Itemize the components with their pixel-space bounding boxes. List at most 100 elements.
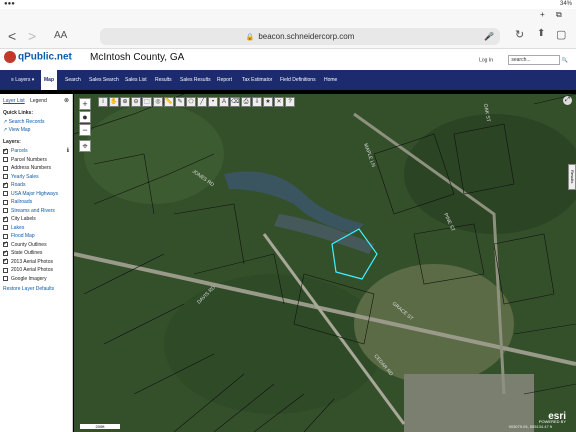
layer-item[interactable]: 2010 Aerial Photos — [3, 266, 53, 274]
pan-tool-icon[interactable]: ✋ — [109, 97, 119, 107]
layer-item[interactable]: Parcel Numbers — [3, 156, 47, 164]
layer-checkbox[interactable] — [3, 233, 8, 239]
layer-checkbox[interactable] — [3, 181, 8, 189]
layer-item[interactable]: Lakes — [3, 224, 24, 232]
header-search-input[interactable]: search... — [508, 55, 561, 65]
login-link[interactable]: Log In — [479, 57, 493, 63]
url-field[interactable]: 🔒 beacon.schneidercorp.com 🎤 — [100, 28, 500, 45]
collapse-sidebar-icon[interactable]: ⊗ — [64, 97, 69, 104]
layer-item[interactable]: Address Numbers — [3, 164, 51, 172]
layer-label[interactable]: Roads — [11, 182, 25, 188]
search-records-link[interactable]: ↗ Search Records — [3, 119, 44, 125]
zoom-out-tool-icon[interactable]: ⊖ — [131, 97, 141, 107]
layer-checkbox[interactable] — [3, 215, 8, 223]
nav-home[interactable]: Home — [321, 70, 340, 90]
identify-tool-icon[interactable]: i — [98, 97, 108, 107]
clear-tool-icon[interactable]: ✕ — [274, 97, 284, 107]
polygon-tool-icon[interactable]: ⬠ — [186, 97, 196, 107]
share-button[interactable]: ⬆ — [537, 28, 545, 39]
nav-sales-results[interactable]: Sales Results — [177, 70, 214, 90]
layer-item[interactable]: Streams and Rivers — [3, 207, 55, 215]
layer-label[interactable]: USA Major Highways — [11, 191, 58, 197]
restore-layer-defaults-link[interactable]: Restore Layer Defaults — [3, 286, 54, 292]
layers-menu[interactable]: ≡ Layers ▾ — [8, 70, 37, 90]
layer-checkbox[interactable] — [3, 257, 8, 265]
add-tab-button[interactable]: + — [540, 10, 545, 19]
export-tool-icon[interactable]: ⇩ — [252, 97, 262, 107]
tabs-overview-icon[interactable]: ▢ — [556, 28, 566, 41]
layer-checkbox[interactable] — [3, 225, 8, 230]
reload-icon[interactable]: ↻ — [515, 28, 524, 41]
layer-checkbox[interactable] — [3, 165, 8, 171]
text-tool-icon[interactable]: A — [219, 97, 229, 107]
select-tool-icon[interactable]: ⬚ — [142, 97, 152, 107]
draw-tool-icon[interactable]: ✎ — [175, 97, 185, 107]
nav-sales-search[interactable]: Sales Search — [86, 70, 122, 90]
bookmark-tool-icon[interactable]: ★ — [263, 97, 273, 107]
site-logo[interactable]: qPublic.net — [4, 51, 72, 63]
layer-label[interactable]: Railroads — [11, 199, 32, 205]
layer-checkbox[interactable] — [3, 249, 8, 257]
layer-checkbox[interactable] — [3, 240, 8, 248]
nav-sales-list[interactable]: Sales List — [122, 70, 150, 90]
line-tool-icon[interactable]: ╱ — [197, 97, 207, 107]
layer-item[interactable]: Google Imagery — [3, 275, 47, 283]
search-icon[interactable]: 🔍 — [562, 57, 568, 63]
nav-search[interactable]: Search — [62, 70, 84, 90]
zoom-in-tool-icon[interactable]: ⊕ — [120, 97, 130, 107]
erase-tool-icon[interactable]: ⌫ — [230, 97, 240, 107]
nav-results[interactable]: Results — [152, 70, 175, 90]
tabs-icon[interactable]: ⧉ — [556, 10, 562, 20]
home-extent-button[interactable]: ● — [79, 111, 91, 123]
locate-button[interactable]: ⌖ — [79, 140, 91, 152]
buffer-tool-icon[interactable]: ◎ — [153, 97, 163, 107]
layer-item[interactable]: USA Major Highways — [3, 190, 58, 198]
layer-checkbox[interactable] — [3, 157, 8, 162]
layer-item[interactable]: Yearly Sales — [3, 173, 39, 181]
layer-item[interactable]: Parcels — [3, 147, 28, 155]
layer-checkbox[interactable] — [3, 208, 8, 213]
fullscreen-icon[interactable]: ⤢ — [563, 96, 572, 105]
layer-item[interactable]: County Outlines — [3, 240, 47, 249]
layer-item[interactable]: Roads — [3, 181, 25, 189]
nav-report[interactable]: Report — [214, 70, 235, 90]
nav-tax-estimator[interactable]: Tax Estimator — [239, 70, 275, 90]
nav-field-definitions[interactable]: Field Definitions — [277, 70, 319, 90]
layer-checkbox[interactable] — [3, 276, 8, 281]
back-button[interactable]: < — [8, 28, 16, 44]
layer-checkbox[interactable] — [3, 174, 8, 179]
point-tool-icon[interactable]: • — [208, 97, 218, 107]
layer-label[interactable]: Lakes — [11, 225, 24, 231]
forward-button[interactable]: > — [28, 28, 36, 44]
print-tool-icon[interactable]: ⎙ — [241, 97, 251, 107]
layer-checkbox[interactable] — [3, 147, 8, 155]
zoom-out-button[interactable]: − — [79, 124, 91, 136]
results-side-tab[interactable]: Results — [568, 164, 576, 190]
view-map-link[interactable]: ↗ View Map — [3, 127, 30, 133]
layers-title: Layers: — [3, 139, 21, 145]
microphone-icon[interactable]: 🎤 — [484, 28, 494, 45]
layer-checkbox[interactable] — [3, 191, 8, 196]
layer-item[interactable]: City Labels — [3, 215, 36, 223]
layer-label[interactable]: Flood Map — [11, 233, 35, 239]
reader-button[interactable]: AA — [54, 30, 67, 41]
nav-map[interactable]: Map — [41, 70, 57, 90]
layer-item[interactable]: Flood Map — [3, 232, 35, 240]
layer-label[interactable]: Parcels — [11, 148, 28, 154]
measure-tool-icon[interactable]: 📏 — [164, 97, 174, 107]
layer-label[interactable]: Yearly Sales — [11, 174, 39, 180]
layer-item[interactable]: State Outlines — [3, 249, 42, 257]
help-tool-icon[interactable]: ? — [285, 97, 295, 107]
map-view[interactable]: JONES RD MAPLE LN PINE ST OAK ST DAVIS R… — [74, 94, 576, 432]
layer-checkbox[interactable] — [3, 199, 8, 205]
layer-item[interactable]: 2013 Aerial Photos — [3, 257, 53, 266]
zoom-in-button[interactable]: + — [79, 98, 91, 110]
quick-links-title: Quick Links: — [3, 110, 34, 116]
layer-item[interactable]: Railroads — [3, 198, 32, 206]
layer-label[interactable]: Streams and Rivers — [11, 208, 55, 214]
layer-checkbox[interactable] — [3, 267, 8, 273]
tab-layer-list[interactable]: Layer List — [3, 98, 25, 104]
info-icon[interactable]: ℹ — [67, 147, 69, 154]
lock-icon: 🔒 — [245, 34, 255, 41]
tab-legend[interactable]: Legend — [30, 98, 47, 104]
